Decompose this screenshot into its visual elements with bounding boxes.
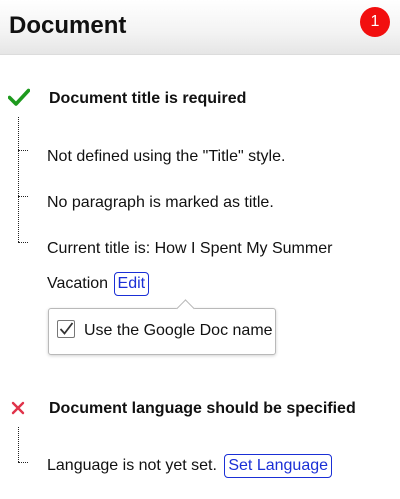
page-title: Document	[9, 12, 127, 39]
section-title-document-title: Document title is required	[49, 90, 247, 107]
tree-branch	[18, 150, 28, 151]
tree-branch	[18, 242, 28, 243]
tree-branch	[18, 196, 28, 197]
set-language-button[interactable]: Set Language	[224, 454, 333, 478]
list-item: Language is not yet set. Set Language	[47, 454, 333, 478]
issue-count-badge: 1	[360, 7, 390, 37]
tree-line	[18, 117, 19, 242]
tree-line	[18, 427, 19, 462]
title-continuation-text: Vacation	[47, 275, 109, 292]
edit-title-button[interactable]: Edit	[113, 272, 150, 296]
list-item: Current title is: How I Spent My Summer	[47, 240, 333, 257]
header-bar: Document 1	[0, 0, 400, 55]
list-item-continuation: Vacation Edit	[47, 272, 150, 296]
use-doc-name-label[interactable]: Use the Google Doc name	[84, 322, 273, 340]
list-item: No paragraph is marked as title.	[47, 194, 274, 211]
title-edit-popover: Use the Google Doc name	[48, 299, 276, 355]
section-title-document-language: Document language should be specified	[49, 400, 356, 417]
list-item: Not defined using the "Title" style.	[47, 148, 286, 165]
popover-arrow	[176, 299, 195, 318]
cross-icon	[11, 401, 25, 415]
tree-branch	[18, 462, 28, 463]
check-icon	[59, 322, 74, 335]
language-status-text: Language is not yet set.	[47, 457, 217, 474]
use-doc-name-checkbox[interactable]	[57, 320, 75, 338]
checkmark-icon	[8, 88, 30, 106]
